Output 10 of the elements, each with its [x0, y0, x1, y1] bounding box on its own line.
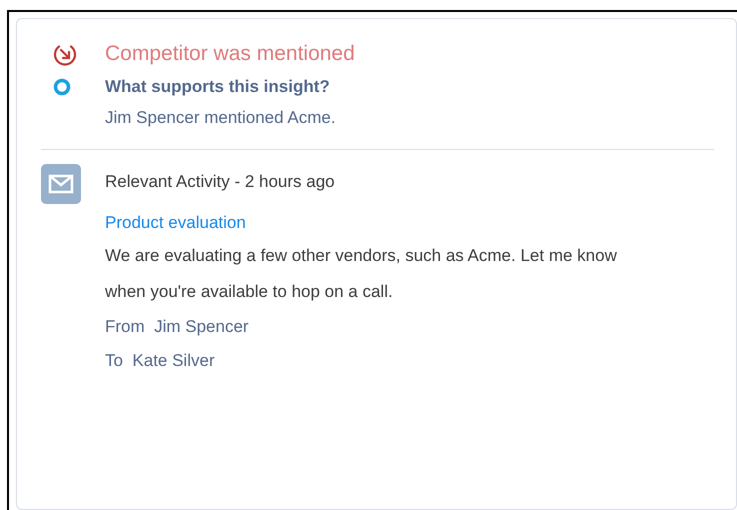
sender-line: From Jim Spencer	[105, 316, 250, 338]
ring-icon	[53, 78, 71, 96]
insight-detail: Jim Spencer mentioned Acme.	[105, 107, 336, 129]
message-body: We are evaluating a few other vendors, such as Acme. Let me know when you're available to hop on a call.	[105, 245, 618, 303]
insight-title: Competitor was mentioned	[105, 41, 355, 67]
subject-link[interactable]: Product evaluation	[105, 213, 246, 232]
recipient-line: To Kate Silver	[105, 350, 216, 372]
insight-question: What supports this insight?	[105, 76, 330, 98]
email-icon	[41, 164, 81, 204]
activity-heading: Relevant Activity - 2 hours ago	[105, 171, 336, 193]
